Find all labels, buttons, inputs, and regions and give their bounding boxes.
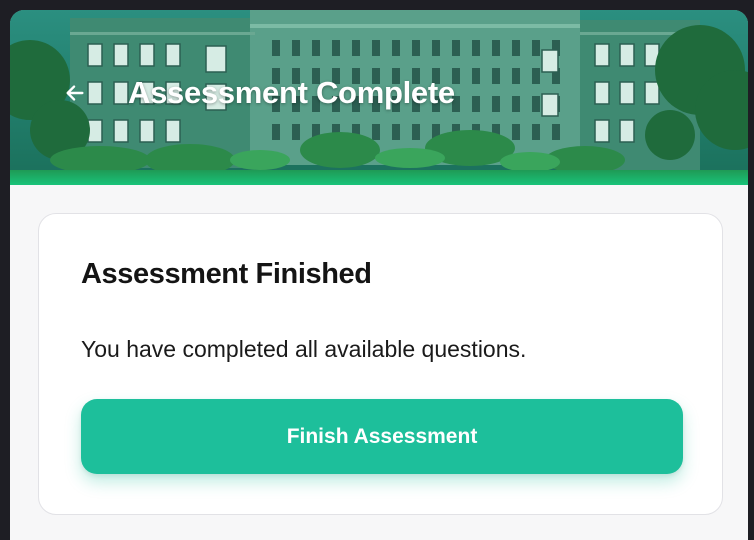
finish-assessment-button[interactable]: Finish Assessment bbox=[81, 399, 683, 474]
finish-button-label: Finish Assessment bbox=[286, 424, 478, 448]
page-title: Assessment Complete bbox=[128, 75, 455, 110]
completion-message: You have completed all available questio… bbox=[81, 336, 527, 362]
back-button[interactable] bbox=[60, 78, 90, 108]
card-title: Assessment Finished bbox=[81, 258, 372, 290]
header-bar: Assessment Complete bbox=[10, 72, 748, 112]
main-content: Assessment Finished You have completed a… bbox=[10, 185, 748, 540]
arrow-left-icon bbox=[66, 85, 84, 101]
header-banner: Assessment Complete bbox=[10, 10, 748, 185]
app-frame: Assessment Complete Assessment Finished … bbox=[10, 10, 748, 540]
assessment-card: Assessment Finished You have completed a… bbox=[38, 213, 723, 515]
